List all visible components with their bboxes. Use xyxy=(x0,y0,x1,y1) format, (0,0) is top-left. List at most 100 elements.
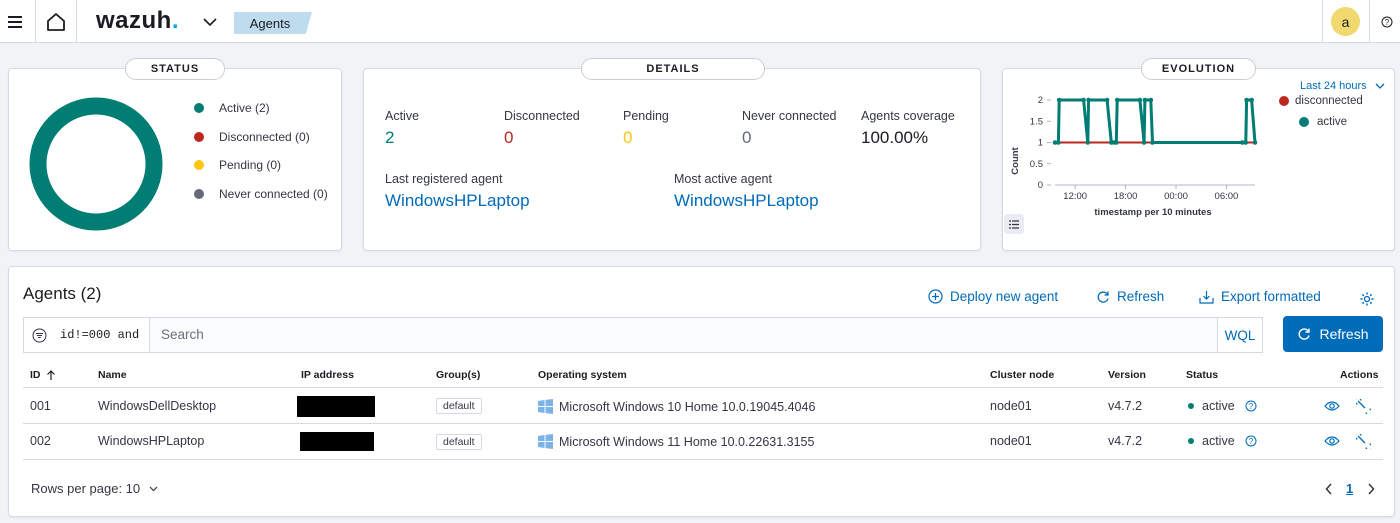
wql-toggle[interactable]: WQL xyxy=(1217,318,1262,352)
legend-never-connected[interactable]: Never connected (0) xyxy=(194,187,328,201)
home-icon[interactable] xyxy=(36,0,76,43)
legend-label: Active (2) xyxy=(219,101,270,115)
series-point-active xyxy=(1114,97,1120,103)
y-tick-label: 1.5 xyxy=(1030,116,1043,127)
redacted-ip xyxy=(297,396,375,417)
x-tick-label: 18:00 xyxy=(1114,191,1138,202)
stat-label-active: Active xyxy=(385,109,420,123)
cell-os: Microsoft Windows 10 Home 10.0.19045.404… xyxy=(538,399,815,414)
cell-cluster: node01 xyxy=(990,399,1032,413)
cell-status: active ? xyxy=(1188,434,1257,448)
evolution-panel-title: EVOLUTION xyxy=(1141,58,1256,80)
refresh-button-label: Refresh xyxy=(1319,326,1369,342)
stat-value-coverage: 100.00% xyxy=(861,128,929,147)
divider xyxy=(76,0,77,43)
chart-table-toggle[interactable] xyxy=(1004,214,1024,234)
y-tick-label: 0.5 xyxy=(1030,159,1043,170)
series-point-active xyxy=(1148,97,1154,103)
help-icon[interactable]: ? xyxy=(1378,0,1396,43)
windows-icon xyxy=(538,399,553,414)
last-registered-label: Last registered agent xyxy=(385,172,503,186)
details-panel-title: DETAILS xyxy=(581,58,765,80)
column-header-cluster[interactable]: Cluster node xyxy=(990,369,1054,381)
status-panel: STATUS Active (2) Disconnected (0) Pendi… xyxy=(8,58,342,251)
rows-per-page-label: Rows per page: 10 xyxy=(31,481,141,496)
refresh-link-label: Refresh xyxy=(1117,289,1165,304)
last-registered-agent-link[interactable]: WindowsHPLaptop xyxy=(385,191,530,211)
time-range-selector[interactable]: Last 24 hours xyxy=(1300,80,1385,92)
column-header-name[interactable]: Name xyxy=(98,369,127,381)
cell-id: 001 xyxy=(30,399,51,413)
most-active-agent-link[interactable]: WindowsHPLaptop xyxy=(674,191,819,211)
series-point-active xyxy=(1150,140,1155,145)
evo-legend-disconnected[interactable]: disconnected xyxy=(1279,95,1363,107)
legend-pending[interactable]: Pending (0) xyxy=(194,158,281,172)
search-filter-prefix[interactable]: id!=000 and xyxy=(24,318,150,352)
table-divider xyxy=(23,387,1383,388)
stat-label-coverage: Agents coverage xyxy=(861,109,955,123)
table-divider xyxy=(23,423,1383,424)
chevron-left-icon[interactable] xyxy=(1325,483,1333,495)
y-axis-label: Count xyxy=(1010,146,1021,174)
column-header-id[interactable]: ID xyxy=(30,369,56,381)
view-eye-icon[interactable] xyxy=(1324,400,1340,412)
chevron-right-icon[interactable] xyxy=(1367,483,1375,495)
series-point-active xyxy=(1243,140,1249,145)
column-header-label: ID xyxy=(30,369,41,381)
avatar[interactable]: a xyxy=(1331,7,1360,36)
group-badge[interactable]: default xyxy=(436,434,482,450)
view-eye-icon[interactable] xyxy=(1324,435,1340,447)
status-text: active xyxy=(1202,434,1235,448)
column-header-actions: Actions xyxy=(1340,369,1379,381)
column-header-status[interactable]: Status xyxy=(1186,369,1218,381)
wrench-icon[interactable] xyxy=(1356,434,1371,449)
page-number-button[interactable]: 1 xyxy=(1346,481,1353,496)
chevron-down-icon[interactable] xyxy=(198,0,222,43)
legend-disconnected[interactable]: Disconnected (0) xyxy=(194,130,310,144)
rows-per-page-selector[interactable]: Rows per page: 10 xyxy=(31,481,158,496)
group-badge[interactable]: default xyxy=(436,398,482,414)
stat-value-pending[interactable]: 0 xyxy=(623,128,632,148)
x-tick-label: 00:00 xyxy=(1164,191,1188,202)
series-point-active xyxy=(1249,97,1254,103)
evolution-panel: EVOLUTION Last 24 hours disconnected act… xyxy=(1002,58,1395,251)
wazuh-logo[interactable]: wazuh. xyxy=(96,7,179,35)
wrench-icon[interactable] xyxy=(1356,399,1371,414)
list-icon xyxy=(1009,219,1019,229)
series-point-active xyxy=(1056,97,1062,103)
settings-gear-icon[interactable] xyxy=(1359,291,1375,310)
time-range-label: Last 24 hours xyxy=(1300,80,1367,92)
series-point-active xyxy=(1244,97,1249,103)
evo-legend-active[interactable]: active xyxy=(1299,116,1347,128)
breadcrumb-agents[interactable]: Agents xyxy=(234,12,312,34)
search-filter-text: id!=000 and xyxy=(60,328,140,342)
search-input[interactable]: Search xyxy=(161,327,204,342)
stat-value-never-connected[interactable]: 0 xyxy=(742,128,751,148)
series-line-active xyxy=(1055,98,1257,144)
legend-label: Disconnected (0) xyxy=(219,130,310,144)
export-formatted-button[interactable]: Export formatted xyxy=(1199,289,1321,304)
svg-text:?: ? xyxy=(1248,402,1253,411)
menu-icon[interactable] xyxy=(0,0,30,43)
status-donut-chart xyxy=(29,97,163,231)
deploy-new-agent-label: Deploy new agent xyxy=(950,289,1059,304)
legend-active[interactable]: Active (2) xyxy=(194,101,270,115)
stat-value-active[interactable]: 2 xyxy=(385,128,394,148)
refresh-button[interactable]: Refresh xyxy=(1283,316,1383,352)
series-point-active xyxy=(1137,97,1143,103)
series-point-active xyxy=(1086,97,1091,103)
legend-dot xyxy=(194,103,204,113)
series-point-active xyxy=(1081,97,1086,103)
column-header-groups[interactable]: Group(s) xyxy=(436,369,480,381)
cell-id: 002 xyxy=(30,434,51,448)
column-header-ip[interactable]: IP address xyxy=(301,369,354,381)
column-header-os[interactable]: Operating system xyxy=(538,369,627,381)
legend-label: Pending (0) xyxy=(219,158,282,172)
help-icon[interactable]: ? xyxy=(1245,435,1257,447)
help-icon[interactable]: ? xyxy=(1245,400,1257,412)
cell-os-text: Microsoft Windows 10 Home 10.0.19045.404… xyxy=(559,399,816,414)
deploy-new-agent-button[interactable]: Deploy new agent xyxy=(928,289,1058,304)
stat-value-disconnected[interactable]: 0 xyxy=(504,128,513,148)
column-header-version[interactable]: Version xyxy=(1108,369,1146,381)
refresh-link-button[interactable]: Refresh xyxy=(1096,289,1164,304)
